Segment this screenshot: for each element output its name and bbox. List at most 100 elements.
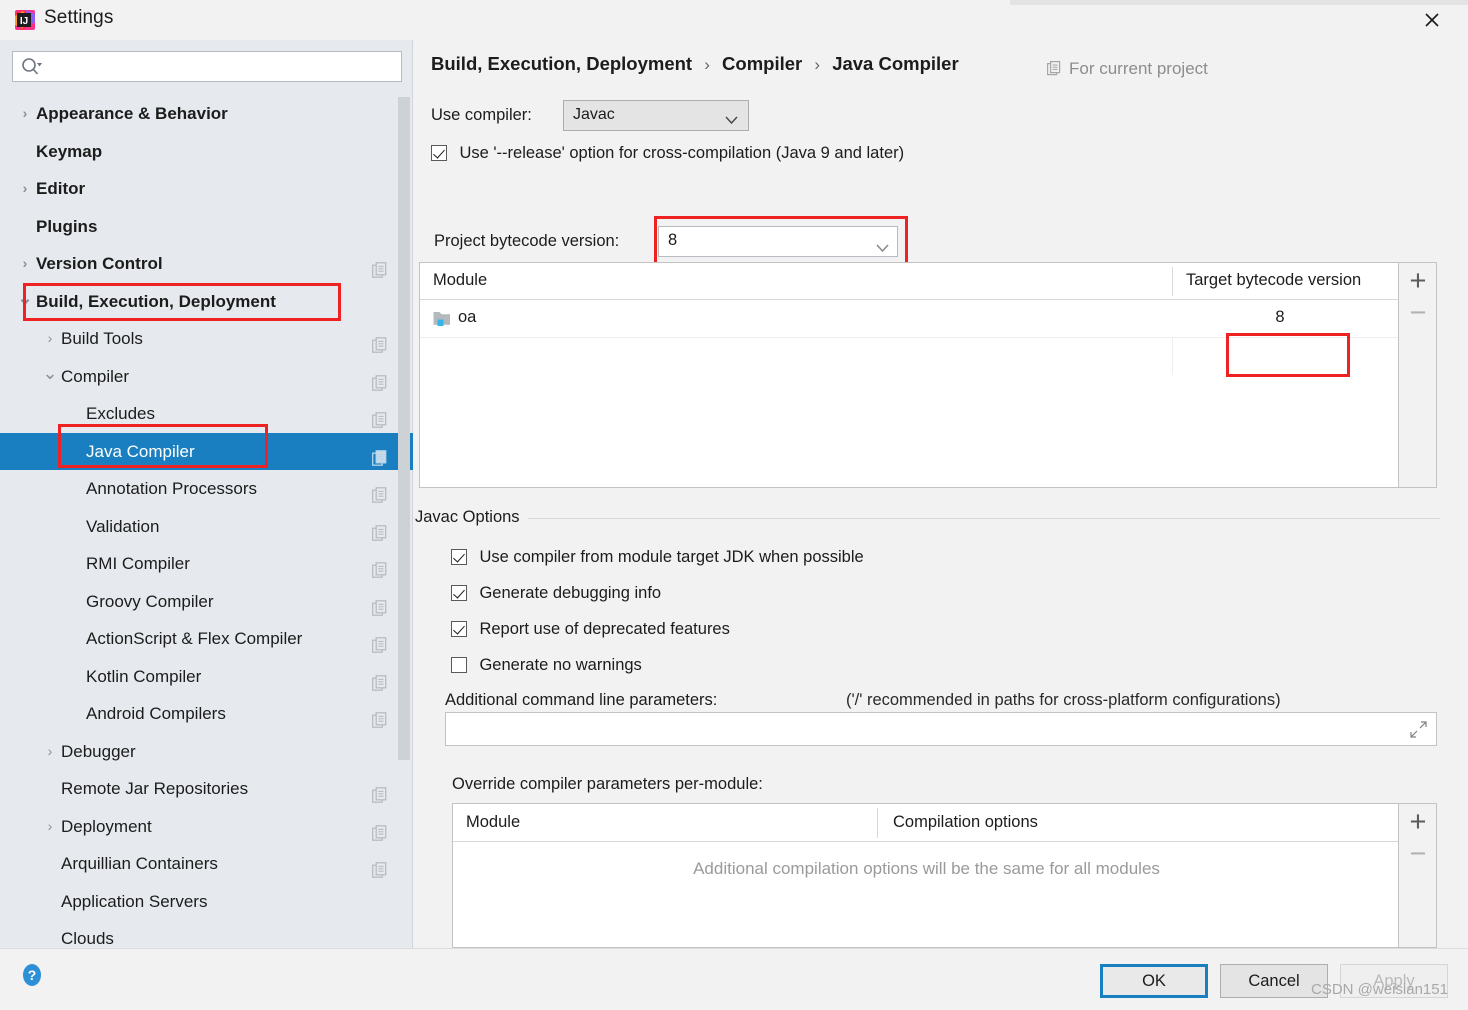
sidebar-item-groovy-compiler[interactable]: Groovy Compiler	[0, 583, 413, 621]
copy-settings-icon[interactable]	[372, 443, 388, 466]
watermark: CSDN @weisian151	[1311, 981, 1448, 998]
settings-dialog: IJ Settings › Appearance & Behavior Keymap…	[0, 0, 1468, 1010]
sidebar-item-appearance-behavior[interactable]: › Appearance & Behavior	[0, 95, 413, 133]
sidebar-scrollbar[interactable]	[398, 97, 410, 760]
release-option-checkbox[interactable]	[431, 145, 447, 161]
use-compiler-select[interactable]: Javac	[563, 100, 749, 131]
javac-option-row-0[interactable]: Use compiler from module target JDK when…	[451, 548, 864, 567]
sidebar-item-label: Validation	[86, 516, 160, 536]
sidebar-item-label: Version Control	[36, 254, 163, 273]
sidebar-item-label: ActionScript & Flex Compiler	[86, 629, 303, 648]
javac-option-checkbox-1[interactable]	[451, 585, 467, 601]
ok-button[interactable]: OK	[1100, 964, 1208, 998]
copy-settings-icon[interactable]	[372, 705, 388, 728]
copy-settings-icon[interactable]	[372, 480, 388, 503]
chevron-right-icon[interactable]: ›	[41, 733, 59, 771]
sidebar-item-clouds[interactable]: Clouds	[0, 920, 413, 948]
chevron-right-icon[interactable]: ›	[16, 170, 34, 208]
copy-settings-icon	[1047, 61, 1062, 77]
sidebar-item-compiler[interactable]: ⌄ Compiler	[0, 358, 413, 396]
copy-settings-icon[interactable]	[372, 855, 388, 878]
module-table-cell-target[interactable]: 8	[1175, 308, 1385, 327]
sidebar-item-label: Excludes	[86, 404, 155, 423]
sidebar-item-actionscript-flex-compiler[interactable]: ActionScript & Flex Compiler	[0, 620, 413, 658]
copy-settings-icon[interactable]	[372, 818, 388, 841]
chevron-right-icon[interactable]: ›	[16, 245, 34, 283]
expand-icon[interactable]	[1410, 721, 1427, 738]
sidebar-item-editor[interactable]: › Editor	[0, 170, 413, 208]
search-input[interactable]	[47, 55, 397, 81]
breadcrumb-item-0[interactable]: Build, Execution, Deployment	[431, 53, 692, 74]
javac-option-row-2[interactable]: Report use of deprecated features	[451, 620, 730, 639]
override-table-col-options: Compilation options	[893, 813, 1038, 831]
sidebar-item-label: Deployment	[61, 816, 152, 836]
javac-option-row-1[interactable]: Generate debugging info	[451, 584, 661, 603]
sidebar-item-label: Build Tools	[61, 329, 143, 348]
breadcrumb-item-1[interactable]: Compiler	[722, 53, 802, 74]
copy-settings-icon[interactable]	[372, 405, 388, 428]
javac-option-checkbox-3[interactable]	[451, 657, 467, 673]
column-divider[interactable]	[877, 808, 878, 838]
chevron-right-icon[interactable]: ›	[16, 95, 34, 133]
close-icon[interactable]	[1418, 6, 1446, 34]
remove-module-button[interactable]: −	[1399, 299, 1437, 328]
javac-options-group-title: Javac Options	[415, 508, 528, 527]
additional-params-input[interactable]	[445, 712, 1437, 746]
javac-option-label-1: Generate debugging info	[479, 584, 662, 602]
release-option-checkbox-row[interactable]: Use '--release' option for cross-compila…	[431, 144, 904, 163]
window-title: Settings	[44, 7, 114, 28]
chevron-down-icon	[725, 111, 738, 125]
intellij-idea-icon: IJ	[14, 9, 36, 31]
javac-option-row-3[interactable]: Generate no warnings	[451, 656, 642, 675]
copy-settings-icon[interactable]	[372, 630, 388, 653]
sidebar-item-deployment[interactable]: › Deployment	[0, 808, 413, 846]
sidebar-item-application-servers[interactable]: Application Servers	[0, 883, 413, 921]
sidebar-item-build-tools[interactable]: › Build Tools	[0, 320, 413, 358]
chevron-right-icon[interactable]: ›	[41, 808, 59, 846]
for-current-project-text: For current project	[1069, 59, 1208, 78]
sidebar-item-java-compiler[interactable]: Java Compiler	[0, 432, 413, 470]
javac-option-checkbox-0[interactable]	[451, 549, 467, 565]
project-bytecode-select[interactable]: 8	[658, 226, 898, 257]
sidebar-item-android-compilers[interactable]: Android Compilers	[0, 695, 413, 733]
sidebar-item-build-execution-deployment[interactable]: ⌄ Build, Execution, Deployment	[0, 283, 413, 321]
search-box[interactable]	[12, 51, 402, 82]
use-compiler-label: Use compiler:	[431, 106, 532, 124]
sidebar-item-excludes[interactable]: Excludes	[0, 395, 413, 433]
copy-settings-icon[interactable]	[372, 593, 388, 616]
module-table-cell-module: oa	[458, 308, 477, 326]
copy-settings-icon[interactable]	[372, 518, 388, 541]
add-module-button[interactable]: +	[1399, 265, 1437, 297]
chevron-right-icon[interactable]: ›	[41, 320, 59, 358]
copy-settings-icon[interactable]	[372, 780, 388, 803]
copy-settings-icon[interactable]	[372, 555, 388, 578]
chevron-down-icon	[876, 239, 889, 253]
sidebar-item-debugger[interactable]: › Debugger	[0, 733, 413, 771]
table-row[interactable]: oa 8	[420, 300, 1436, 375]
javac-option-checkbox-2[interactable]	[451, 621, 467, 637]
sidebar-item-plugins[interactable]: Plugins	[0, 208, 413, 246]
sidebar-item-validation[interactable]: Validation	[0, 508, 413, 546]
add-override-button[interactable]: +	[1399, 806, 1437, 838]
remove-override-button[interactable]: −	[1399, 840, 1437, 869]
module-table-header: Module Target bytecode version	[420, 263, 1436, 300]
svg-text:?: ?	[28, 967, 37, 983]
help-icon[interactable]: ?	[18, 961, 46, 989]
copy-settings-icon[interactable]	[372, 255, 388, 278]
sidebar-item-kotlin-compiler[interactable]: Kotlin Compiler	[0, 658, 413, 696]
sidebar-item-keymap[interactable]: Keymap	[0, 133, 413, 171]
sidebar-item-arquillian-containers[interactable]: Arquillian Containers	[0, 845, 413, 883]
chevron-down-icon[interactable]: ⌄	[16, 283, 34, 313]
sidebar-item-remote-jar-repositories[interactable]: Remote Jar Repositories	[0, 770, 413, 808]
copy-settings-icon[interactable]	[372, 368, 388, 391]
copy-settings-icon[interactable]	[372, 330, 388, 353]
breadcrumb-separator-0: ›	[704, 55, 710, 74]
svg-text:IJ: IJ	[20, 16, 28, 27]
sidebar-item-annotation-processors[interactable]: Annotation Processors	[0, 470, 413, 508]
sidebar-item-version-control[interactable]: › Version Control	[0, 245, 413, 283]
sidebar-item-label: Arquillian Containers	[61, 854, 218, 873]
column-divider[interactable]	[1172, 267, 1173, 296]
sidebar-item-rmi-compiler[interactable]: RMI Compiler	[0, 545, 413, 583]
copy-settings-icon[interactable]	[372, 668, 388, 691]
chevron-down-icon[interactable]: ⌄	[41, 358, 59, 388]
